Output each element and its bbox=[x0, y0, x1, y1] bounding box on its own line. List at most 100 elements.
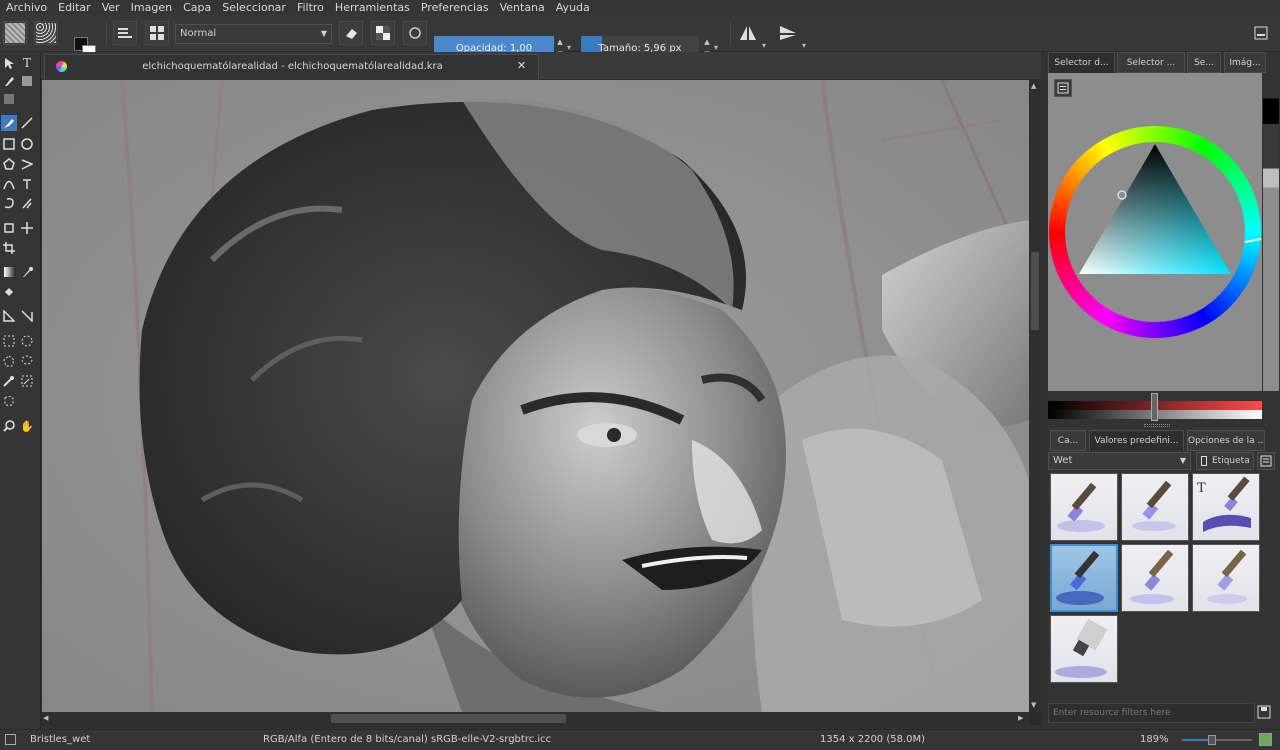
texture-pattern-button[interactable] bbox=[34, 21, 58, 45]
pattern-tool[interactable] bbox=[1, 91, 17, 107]
bezier-select-tool[interactable] bbox=[1, 393, 17, 409]
dock-splitter[interactable] bbox=[1144, 424, 1170, 427]
resource-filter-field[interactable] bbox=[1048, 703, 1255, 723]
bezier-tool[interactable] bbox=[1, 176, 17, 192]
freehand-select-tool[interactable] bbox=[19, 353, 35, 369]
tag-filter-button[interactable]: Etiqueta bbox=[1196, 452, 1254, 470]
ellipse-tool[interactable] bbox=[19, 136, 35, 152]
gradient-pattern-button[interactable] bbox=[3, 21, 27, 45]
tab-brush-presets[interactable]: Valores predefini... bbox=[1089, 430, 1184, 451]
menu-herramientas[interactable]: Herramientas bbox=[329, 0, 415, 15]
menu-archivo[interactable]: Archivo bbox=[0, 0, 52, 15]
menu-ver[interactable]: Ver bbox=[96, 0, 125, 15]
opacity-menu-icon[interactable]: ▾ bbox=[567, 43, 571, 52]
horizontal-scroll-thumb[interactable] bbox=[331, 714, 566, 723]
text-tool[interactable]: T bbox=[19, 55, 35, 71]
crop-tool[interactable] bbox=[1, 240, 17, 256]
calligraphy-tool[interactable] bbox=[1, 73, 17, 89]
mirror-v-menu-icon[interactable]: ▾ bbox=[802, 41, 806, 50]
rect-select-tool[interactable] bbox=[1, 333, 17, 349]
resource-filter-input[interactable] bbox=[1049, 704, 1254, 722]
menu-imagen[interactable]: Imagen bbox=[125, 0, 177, 15]
dynamic-brush-tool[interactable] bbox=[1, 195, 17, 211]
size-menu-icon[interactable]: ▾ bbox=[714, 43, 718, 52]
preset-thumbnail[interactable] bbox=[1121, 544, 1189, 612]
assistant-tool[interactable] bbox=[1, 308, 17, 324]
bar-slider-handle[interactable] bbox=[1151, 393, 1158, 421]
menu-filtro[interactable]: Filtro bbox=[291, 0, 329, 15]
mirror-vertical-button[interactable] bbox=[776, 21, 800, 45]
menu-preferencias[interactable]: Preferencias bbox=[415, 0, 494, 15]
preset-thumbnail[interactable]: T bbox=[1192, 473, 1260, 541]
blend-mode-select[interactable]: Normal ▼ bbox=[175, 24, 332, 44]
close-tab-icon[interactable]: ✕ bbox=[517, 59, 526, 72]
vertical-scroll-thumb[interactable] bbox=[1031, 252, 1039, 330]
eraser-mode-button[interactable] bbox=[339, 21, 363, 45]
preset-thumbnail-selected[interactable] bbox=[1050, 544, 1118, 612]
scroll-left-icon[interactable]: ◀ bbox=[43, 714, 48, 722]
brush-settings-button[interactable] bbox=[113, 21, 137, 45]
scroll-right-icon[interactable]: ▶ bbox=[1018, 714, 1023, 722]
color-picker-handle[interactable] bbox=[1117, 190, 1127, 200]
polygon-select-tool[interactable] bbox=[1, 353, 17, 369]
polyline-tool[interactable] bbox=[19, 156, 35, 172]
zoom-tool[interactable] bbox=[1, 418, 17, 434]
alpha-lock-icon bbox=[376, 26, 390, 40]
zoom-slider[interactable] bbox=[1182, 735, 1252, 745]
pan-tool[interactable]: ✋ bbox=[19, 418, 35, 434]
preset-thumbnail[interactable] bbox=[1050, 473, 1118, 541]
vertical-scrollbar[interactable]: ▲ ▼ bbox=[1029, 80, 1041, 712]
move-tool[interactable] bbox=[19, 220, 35, 236]
preset-thumbnail[interactable] bbox=[1050, 615, 1118, 683]
tab-selector-3[interactable]: Se... bbox=[1187, 52, 1221, 73]
preserve-alpha-button[interactable] bbox=[371, 21, 395, 45]
tab-color-selector-specific[interactable]: Selector ... bbox=[1117, 52, 1185, 73]
brush-presets-button[interactable] bbox=[145, 21, 169, 45]
scroll-down-icon[interactable]: ▼ bbox=[1031, 701, 1036, 709]
scroll-up-icon[interactable]: ▲ bbox=[1031, 82, 1036, 90]
zoom-slider-handle[interactable] bbox=[1208, 735, 1216, 745]
preset-view-button[interactable] bbox=[1257, 452, 1275, 470]
docker-menu-button[interactable] bbox=[1249, 21, 1273, 45]
similar-select-tool[interactable] bbox=[19, 373, 35, 389]
preset-thumbnail[interactable] bbox=[1192, 544, 1260, 612]
ellipse-select-tool[interactable] bbox=[19, 333, 35, 349]
document-tab[interactable]: elchichoquematólarealidad - elchichoquem… bbox=[44, 54, 539, 80]
menu-seleccionar[interactable]: Seleccionar bbox=[216, 0, 291, 15]
tab-brush-categories[interactable]: Ca... bbox=[1050, 430, 1086, 451]
preset-thumbnail[interactable] bbox=[1121, 473, 1189, 541]
gradient-tool[interactable] bbox=[1, 264, 17, 280]
select-tool[interactable] bbox=[1, 55, 17, 71]
tab-image[interactable]: Imág... bbox=[1224, 52, 1266, 73]
measure-tool[interactable] bbox=[19, 308, 35, 324]
transform-tool[interactable] bbox=[1, 220, 17, 236]
rectangle-tool[interactable] bbox=[1, 136, 17, 152]
drawing-canvas[interactable] bbox=[42, 80, 1029, 712]
color-picker-tool[interactable] bbox=[19, 264, 35, 280]
freehand-path-tool[interactable] bbox=[19, 176, 35, 192]
polygon-tool[interactable] bbox=[1, 156, 17, 172]
preset-tag-select[interactable]: Wet ▼ bbox=[1048, 452, 1191, 470]
mirror-h-menu-icon[interactable]: ▾ bbox=[762, 41, 766, 50]
menu-ayuda[interactable]: Ayuda bbox=[550, 0, 595, 15]
freehand-brush-tool[interactable] bbox=[1, 115, 17, 131]
mirror-horizontal-button[interactable] bbox=[736, 21, 760, 45]
contiguous-select-tool[interactable] bbox=[1, 373, 17, 389]
color-selector-settings-button[interactable] bbox=[1054, 79, 1072, 97]
color-history-strip[interactable] bbox=[1263, 73, 1279, 391]
saturation-value-triangle[interactable] bbox=[1049, 126, 1261, 338]
menu-ventana[interactable]: Ventana bbox=[494, 0, 550, 15]
canvas-only-icon[interactable] bbox=[1259, 733, 1272, 746]
tab-tool-options[interactable]: Opciones de la ... bbox=[1187, 430, 1265, 451]
save-filter-button[interactable] bbox=[1257, 705, 1273, 721]
fill-tool[interactable] bbox=[1, 284, 17, 300]
tab-color-selector-advanced[interactable]: Selector d... bbox=[1048, 52, 1115, 73]
horizontal-scrollbar[interactable]: ◀ ▶ bbox=[41, 712, 1029, 725]
scroll-corner bbox=[1029, 712, 1041, 725]
gradient-editor-tool[interactable] bbox=[19, 73, 35, 89]
multibrush-tool[interactable] bbox=[19, 195, 35, 211]
menu-capa[interactable]: Capa bbox=[177, 0, 216, 15]
menu-editar[interactable]: Editar bbox=[52, 0, 96, 15]
reload-preset-button[interactable] bbox=[403, 21, 427, 45]
line-tool[interactable] bbox=[19, 115, 35, 131]
